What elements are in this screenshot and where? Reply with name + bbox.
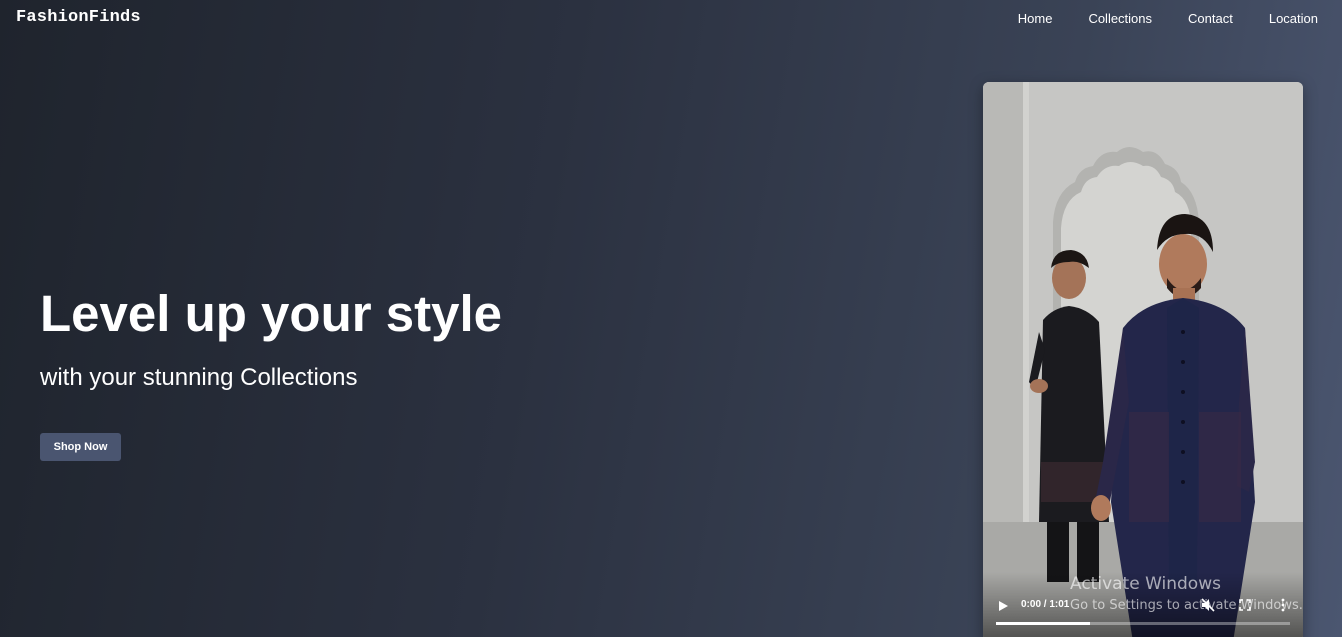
shop-now-button[interactable]: Shop Now (40, 433, 121, 461)
more-options-icon[interactable] (1280, 598, 1286, 612)
video-frame-image (983, 82, 1303, 637)
hero-subtitle: with your stunning Collections (40, 364, 358, 391)
mute-icon[interactable] (1201, 598, 1215, 612)
video-time-display: 0:00 / 1:01 (1021, 599, 1070, 610)
nav-link-contact[interactable]: Contact (1188, 11, 1233, 26)
nav-link-home[interactable]: Home (1018, 11, 1053, 26)
nav-link-collections[interactable]: Collections (1088, 11, 1152, 26)
video-progress-bar[interactable] (996, 622, 1290, 625)
video-progress-fill (996, 622, 1091, 625)
fullscreen-icon[interactable] (1239, 599, 1251, 611)
top-navbar: FashionFinds Home Collections Contact Lo… (0, 0, 1342, 38)
hero-title: Level up your style (40, 285, 502, 342)
video-controls-bar: 0:00 / 1:01 (983, 572, 1303, 637)
video-player[interactable]: 0:00 / 1:01 (983, 82, 1303, 637)
nav-links: Home Collections Contact Location (982, 11, 1318, 26)
nav-link-location[interactable]: Location (1269, 11, 1318, 26)
play-icon[interactable] (997, 600, 1009, 612)
brand-logo[interactable]: FashionFinds (16, 8, 141, 27)
